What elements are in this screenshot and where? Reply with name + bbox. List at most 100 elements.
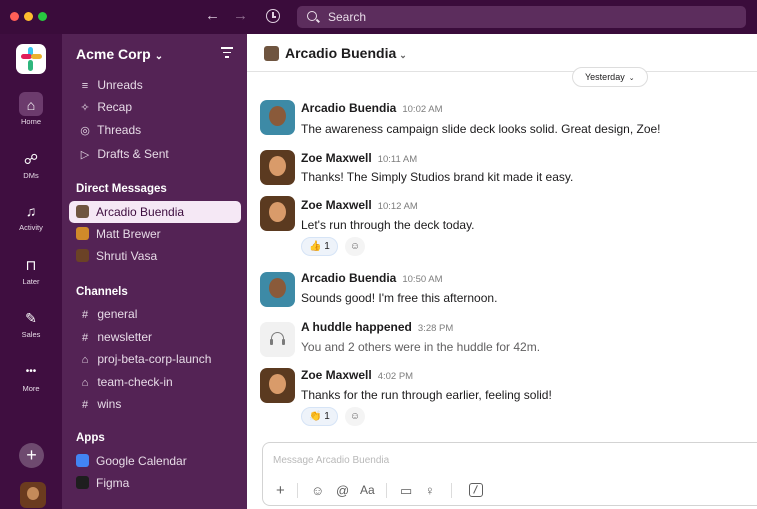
bookmark-icon: ⊓ bbox=[25, 257, 37, 273]
message-header: Zoe Maxwell 10:12 AM bbox=[301, 198, 418, 212]
sidebar-item-google-calendar[interactable]: Google Calendar bbox=[76, 451, 187, 471]
sidebar-item-label: general bbox=[97, 307, 138, 321]
rail-home[interactable]: ⌂ Home bbox=[0, 96, 62, 126]
rail-later[interactable]: ⊓ Later bbox=[0, 256, 62, 286]
avatar[interactable] bbox=[260, 368, 295, 403]
message-input[interactable] bbox=[273, 452, 743, 468]
microphone-icon[interactable]: ♀ bbox=[425, 483, 435, 498]
rail-dms[interactable]: ☍ DMs bbox=[0, 150, 62, 180]
message-author[interactable]: A huddle happened bbox=[301, 320, 412, 334]
channel-title[interactable]: Arcadio Buendia ⌄ bbox=[285, 45, 407, 61]
sidebar-item-label: team-check-in bbox=[97, 375, 173, 389]
reaction-thumbs-up[interactable]: 👍 1 bbox=[301, 237, 338, 256]
filter-icon[interactable] bbox=[221, 47, 233, 61]
figma-icon bbox=[76, 476, 89, 489]
add-reaction-button[interactable]: ☺ bbox=[345, 407, 365, 426]
rail-dms-label: DMs bbox=[23, 171, 39, 180]
shortcuts-icon[interactable] bbox=[469, 483, 483, 497]
message-time[interactable]: 4:02 PM bbox=[378, 371, 413, 382]
sidebar-item-label: Shruti Vasa bbox=[96, 249, 158, 263]
date-divider[interactable]: Yesterday ⌄ bbox=[572, 67, 648, 87]
rail-more-label: More bbox=[22, 384, 40, 393]
message-author[interactable]: Zoe Maxwell bbox=[301, 151, 372, 165]
format-icon[interactable]: Aa bbox=[360, 483, 375, 498]
hash-icon: # bbox=[81, 309, 89, 321]
message-time[interactable]: 10:50 AM bbox=[402, 274, 442, 285]
sidebar-item-arcadio-buendia[interactable]: Arcadio Buendia bbox=[76, 202, 184, 222]
send-icon: ▷ bbox=[80, 149, 90, 161]
sidebar-item-general[interactable]: # general bbox=[76, 304, 137, 324]
sidebar-item-matt-brewer[interactable]: Matt Brewer bbox=[76, 224, 161, 244]
reaction-count: 1 bbox=[324, 241, 330, 252]
avatar[interactable] bbox=[260, 100, 295, 135]
zoom-window-button[interactable] bbox=[38, 12, 47, 21]
add-workspace-button[interactable]: + bbox=[19, 443, 44, 468]
message-time[interactable]: 10:12 AM bbox=[378, 201, 418, 212]
message-header: Arcadio Buendia 10:02 AM bbox=[301, 101, 443, 115]
sidebar-item-newsletter[interactable]: # newsletter bbox=[76, 327, 152, 347]
message-text: The awareness campaign slide deck looks … bbox=[301, 122, 661, 136]
sidebar-item-threads[interactable]: ◎ Threads bbox=[76, 120, 141, 140]
message-time[interactable]: 10:11 AM bbox=[378, 154, 417, 165]
sidebar-item-proj-beta-corp-launch[interactable]: ⌂ proj-beta-corp-launch bbox=[76, 349, 212, 369]
chevron-down-icon: ⌄ bbox=[628, 75, 635, 82]
sidebar-item-shruti-vasa[interactable]: Shruti Vasa bbox=[76, 246, 157, 266]
apps-heading[interactable]: Apps bbox=[76, 432, 105, 444]
forward-arrow-icon[interactable]: → bbox=[233, 8, 248, 24]
avatar bbox=[76, 227, 89, 240]
emoji-icon[interactable]: ☺ bbox=[311, 483, 324, 498]
shared-channel-icon: ⌂ bbox=[81, 354, 89, 366]
sidebar-item-label: wins bbox=[97, 397, 122, 411]
calendar-icon bbox=[76, 454, 89, 467]
sidebar-item-recap[interactable]: ✧ Recap bbox=[76, 97, 132, 117]
message-time[interactable]: 10:02 AM bbox=[402, 104, 442, 115]
avatar[interactable] bbox=[260, 196, 295, 231]
sidebar-item-wins[interactable]: # wins bbox=[76, 394, 121, 414]
chevron-down-icon: ⌄ bbox=[154, 51, 164, 62]
mention-icon[interactable]: @ bbox=[336, 483, 349, 498]
rail-activity[interactable]: ♫ Activity bbox=[0, 202, 62, 232]
rail-sales[interactable]: ✎ Sales bbox=[0, 309, 62, 339]
message-composer: + ☺ @ Aa ▭ ♀ bbox=[262, 442, 757, 506]
avatar[interactable] bbox=[260, 150, 295, 185]
close-window-button[interactable] bbox=[10, 12, 19, 21]
sidebar-item-figma[interactable]: Figma bbox=[76, 473, 129, 493]
search-bar[interactable]: Search bbox=[297, 6, 746, 28]
message-text: You and 2 others were in the huddle for … bbox=[301, 340, 541, 354]
sidebar-item-label: Figma bbox=[96, 476, 130, 490]
back-arrow-icon[interactable]: ← bbox=[205, 8, 220, 24]
huddle-avatar bbox=[260, 322, 295, 357]
message-author[interactable]: Zoe Maxwell bbox=[301, 368, 372, 382]
message-text: Thanks for the run through earlier, feel… bbox=[301, 388, 552, 402]
message-author[interactable]: Arcadio Buendia bbox=[301, 271, 396, 285]
message-text: Let's run through the deck today. bbox=[301, 218, 475, 232]
history-clock-icon[interactable] bbox=[266, 9, 280, 23]
avatar bbox=[264, 46, 279, 61]
reaction-clap[interactable]: 👏 1 bbox=[301, 407, 338, 426]
minimize-window-button[interactable] bbox=[24, 12, 33, 21]
clap-icon: 👏 bbox=[309, 411, 322, 422]
rail-more[interactable]: ••• More bbox=[0, 363, 62, 393]
workspace-switcher[interactable]: Acme Corp ⌄ bbox=[76, 46, 163, 62]
message-author[interactable]: Arcadio Buendia bbox=[301, 101, 396, 115]
sidebar-item-drafts-sent[interactable]: ▷ Drafts & Sent bbox=[76, 144, 169, 164]
avatar[interactable] bbox=[260, 272, 295, 307]
message-time[interactable]: 3:28 PM bbox=[418, 323, 453, 334]
avatar bbox=[76, 249, 89, 262]
add-reaction-button[interactable]: ☺ bbox=[345, 237, 365, 256]
message-author[interactable]: Zoe Maxwell bbox=[301, 198, 372, 212]
plus-icon[interactable]: + bbox=[276, 483, 285, 498]
date-divider-label: Yesterday bbox=[585, 72, 625, 82]
dms-icon: ☍ bbox=[23, 151, 39, 167]
toolbar-divider bbox=[451, 483, 452, 498]
workspace-logo-icon[interactable] bbox=[16, 44, 46, 74]
headphones-icon bbox=[270, 332, 285, 345]
video-icon[interactable]: ▭ bbox=[400, 483, 412, 498]
sidebar-item-unreads[interactable]: ≡ Unreads bbox=[76, 75, 143, 95]
shared-channel-icon: ⌂ bbox=[81, 377, 89, 389]
direct-messages-heading[interactable]: Direct Messages bbox=[76, 183, 167, 195]
message-pane: Arcadio Buendia ⌄ Yesterday ⌄ Arcadio Buen… bbox=[247, 34, 757, 509]
user-avatar[interactable] bbox=[20, 482, 46, 508]
sidebar-item-team-check-in[interactable]: ⌂ team-check-in bbox=[76, 372, 173, 392]
channels-heading[interactable]: Channels bbox=[76, 286, 128, 298]
